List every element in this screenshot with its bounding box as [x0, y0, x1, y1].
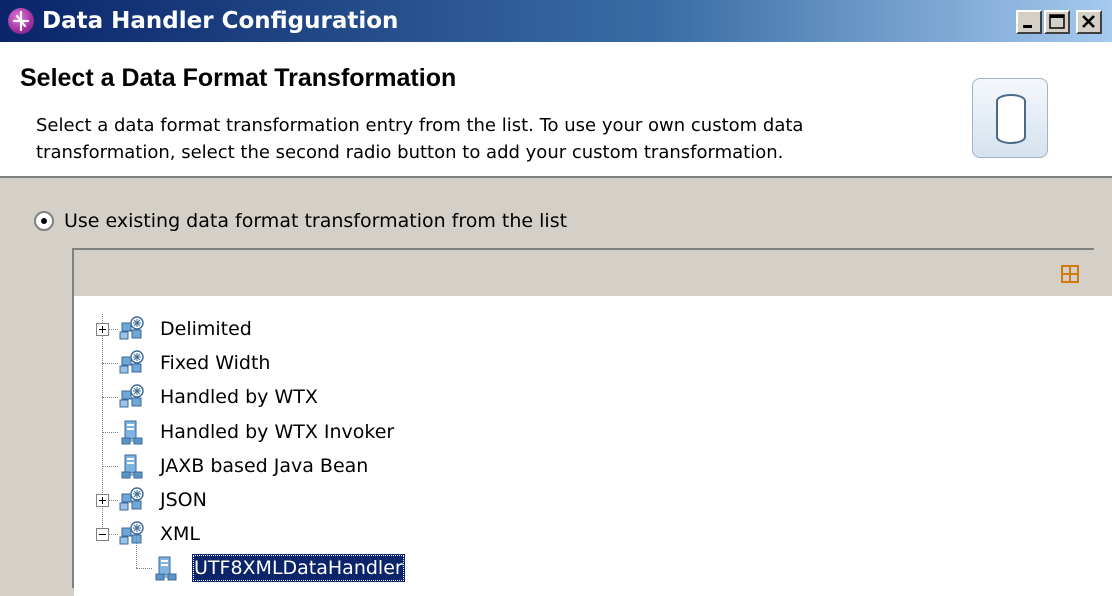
expand-all-icon[interactable] — [1060, 264, 1080, 284]
tree-item-label[interactable]: UTF8XMLDataHandler — [192, 554, 405, 583]
transformation-panel: Delimited Fixed Width Handled by WTX Handle… — [72, 248, 1112, 596]
maximize-button[interactable] — [1044, 10, 1070, 34]
use-existing-radio[interactable] — [34, 211, 54, 231]
panel-toolbar — [74, 250, 1112, 297]
expand-icon[interactable] — [96, 494, 109, 507]
tree-item-label[interactable]: XML — [158, 520, 202, 548]
use-existing-label[interactable]: Use existing data format transformation … — [64, 208, 567, 234]
transform-folder-icon — [118, 315, 148, 343]
tree-item-label[interactable]: Fixed Width — [158, 349, 272, 377]
tree-connector-line — [136, 568, 152, 570]
tree-item[interactable]: UTF8XMLDataHandler — [74, 535, 1074, 583]
page-title: Select a Data Format Transformation — [20, 64, 457, 92]
tree-item[interactable]: JSON — [74, 485, 1074, 515]
data-handler-icon — [152, 554, 182, 582]
header-banner: Select a Data Format Transformation Sele… — [0, 42, 1112, 178]
minimize-button[interactable] — [1016, 10, 1042, 34]
app-icon — [8, 8, 34, 34]
transform-folder-icon — [118, 520, 148, 548]
tree-connector-line — [136, 535, 137, 569]
tree-item-label[interactable]: Handled by WTX Invoker — [158, 418, 396, 446]
tree-item-label[interactable]: JAXB based Java Bean — [158, 452, 370, 480]
tree-item[interactable]: JAXB based Java Bean — [74, 451, 1074, 481]
data-handler-icon — [118, 418, 148, 446]
transform-folder-icon — [118, 383, 148, 411]
tree-item-label[interactable]: Handled by WTX — [158, 383, 320, 411]
tree-item-label[interactable]: JSON — [158, 486, 209, 514]
tree-item-label[interactable]: Delimited — [158, 315, 254, 343]
tree-item[interactable]: Fixed Width — [74, 348, 1074, 378]
window-title: Data Handler Configuration — [42, 8, 399, 34]
tree-connector-line — [102, 397, 118, 399]
tree-connector-line — [102, 465, 118, 467]
collapse-icon[interactable] — [96, 528, 109, 542]
close-button[interactable] — [1076, 10, 1102, 34]
tree-item[interactable]: Delimited — [74, 314, 1074, 344]
tree-connector-line — [102, 363, 118, 365]
title-bar[interactable]: Data Handler Configuration — [0, 0, 1112, 42]
transform-folder-icon — [118, 486, 148, 514]
database-icon — [972, 78, 1048, 158]
transformation-tree[interactable]: Delimited Fixed Width Handled by WTX Handle… — [74, 296, 1112, 596]
page-description: Select a data format transformation entr… — [36, 115, 804, 163]
tree-item[interactable]: Handled by WTX Invoker — [74, 417, 1074, 447]
transform-folder-icon — [118, 349, 148, 377]
tree-item[interactable]: Handled by WTX — [74, 382, 1074, 412]
data-handler-icon — [118, 452, 148, 480]
tree-item[interactable]: XML — [74, 519, 1074, 549]
expand-icon[interactable] — [96, 323, 109, 336]
tree-connector-line — [102, 431, 118, 433]
